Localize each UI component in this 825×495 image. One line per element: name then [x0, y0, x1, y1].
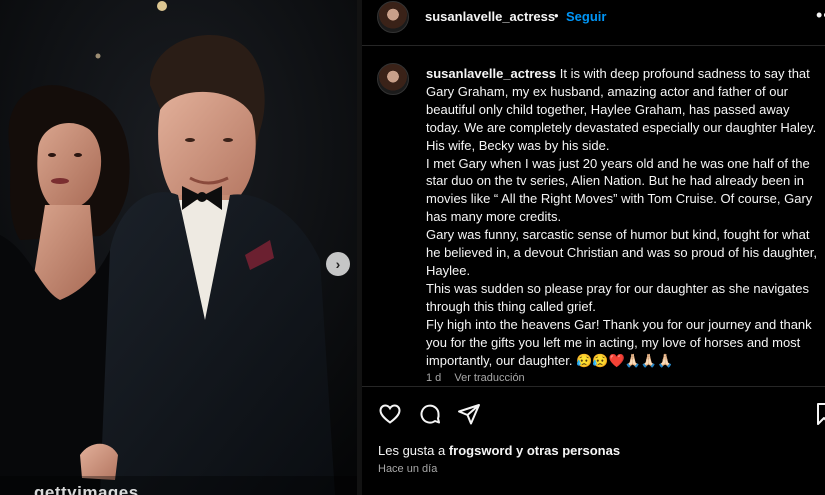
next-photo-button[interactable]: ›	[326, 252, 350, 276]
caption-paragraph-1: susanlavelle_actress It is with deep pro…	[426, 66, 817, 153]
caption-meta: 1 d Ver traducción	[426, 372, 535, 384]
header-separator: •	[554, 8, 559, 23]
likes-summary[interactable]: Les gusta a frogsword y otras personas	[378, 443, 620, 458]
post-actions: Les gusta a frogsword y otras personas H…	[362, 386, 825, 495]
caption-paragraph-3: Gary was funny, sarcastic sense of humor…	[426, 227, 817, 278]
author-avatar[interactable]	[377, 1, 409, 33]
heart-icon[interactable]	[378, 402, 402, 431]
post-timestamp[interactable]: Hace un día	[378, 463, 437, 475]
caption-avatar[interactable]	[377, 63, 409, 95]
caption-paragraph-2: I met Gary when I was just 20 years old …	[426, 155, 813, 225]
more-options-icon[interactable]: •••	[816, 5, 825, 26]
post-caption: susanlavelle_actress It is with deep pro…	[426, 65, 823, 369]
caption-username[interactable]: susanlavelle_actress	[426, 66, 556, 81]
caption-paragraph-5: Fly high into the heavens Gar! Thank you…	[426, 316, 812, 368]
bookmark-icon[interactable]	[816, 402, 825, 431]
post-photo[interactable]: › gettyimages	[0, 0, 357, 495]
caption-paragraph-4: This was sudden so please pray for our d…	[426, 280, 810, 314]
getty-watermark: gettyimages	[34, 483, 139, 495]
chevron-right-icon: ›	[335, 256, 341, 272]
follow-button[interactable]: Seguir	[566, 9, 606, 24]
post-header: susanlavelle_actress • Seguir •••	[362, 0, 825, 46]
caption-area: susanlavelle_actress It is with deep pro…	[362, 47, 825, 385]
comment-icon[interactable]	[418, 402, 442, 431]
translate-link[interactable]: Ver traducción	[454, 372, 524, 384]
author-username[interactable]: susanlavelle_actress	[425, 9, 555, 24]
post-side-panel: susanlavelle_actress • Seguir ••• susanl…	[362, 0, 825, 495]
likes-user[interactable]: frogsword	[449, 443, 513, 458]
share-icon[interactable]	[457, 402, 481, 431]
caption-age: 1 d	[426, 372, 442, 384]
photo-image	[0, 0, 357, 495]
